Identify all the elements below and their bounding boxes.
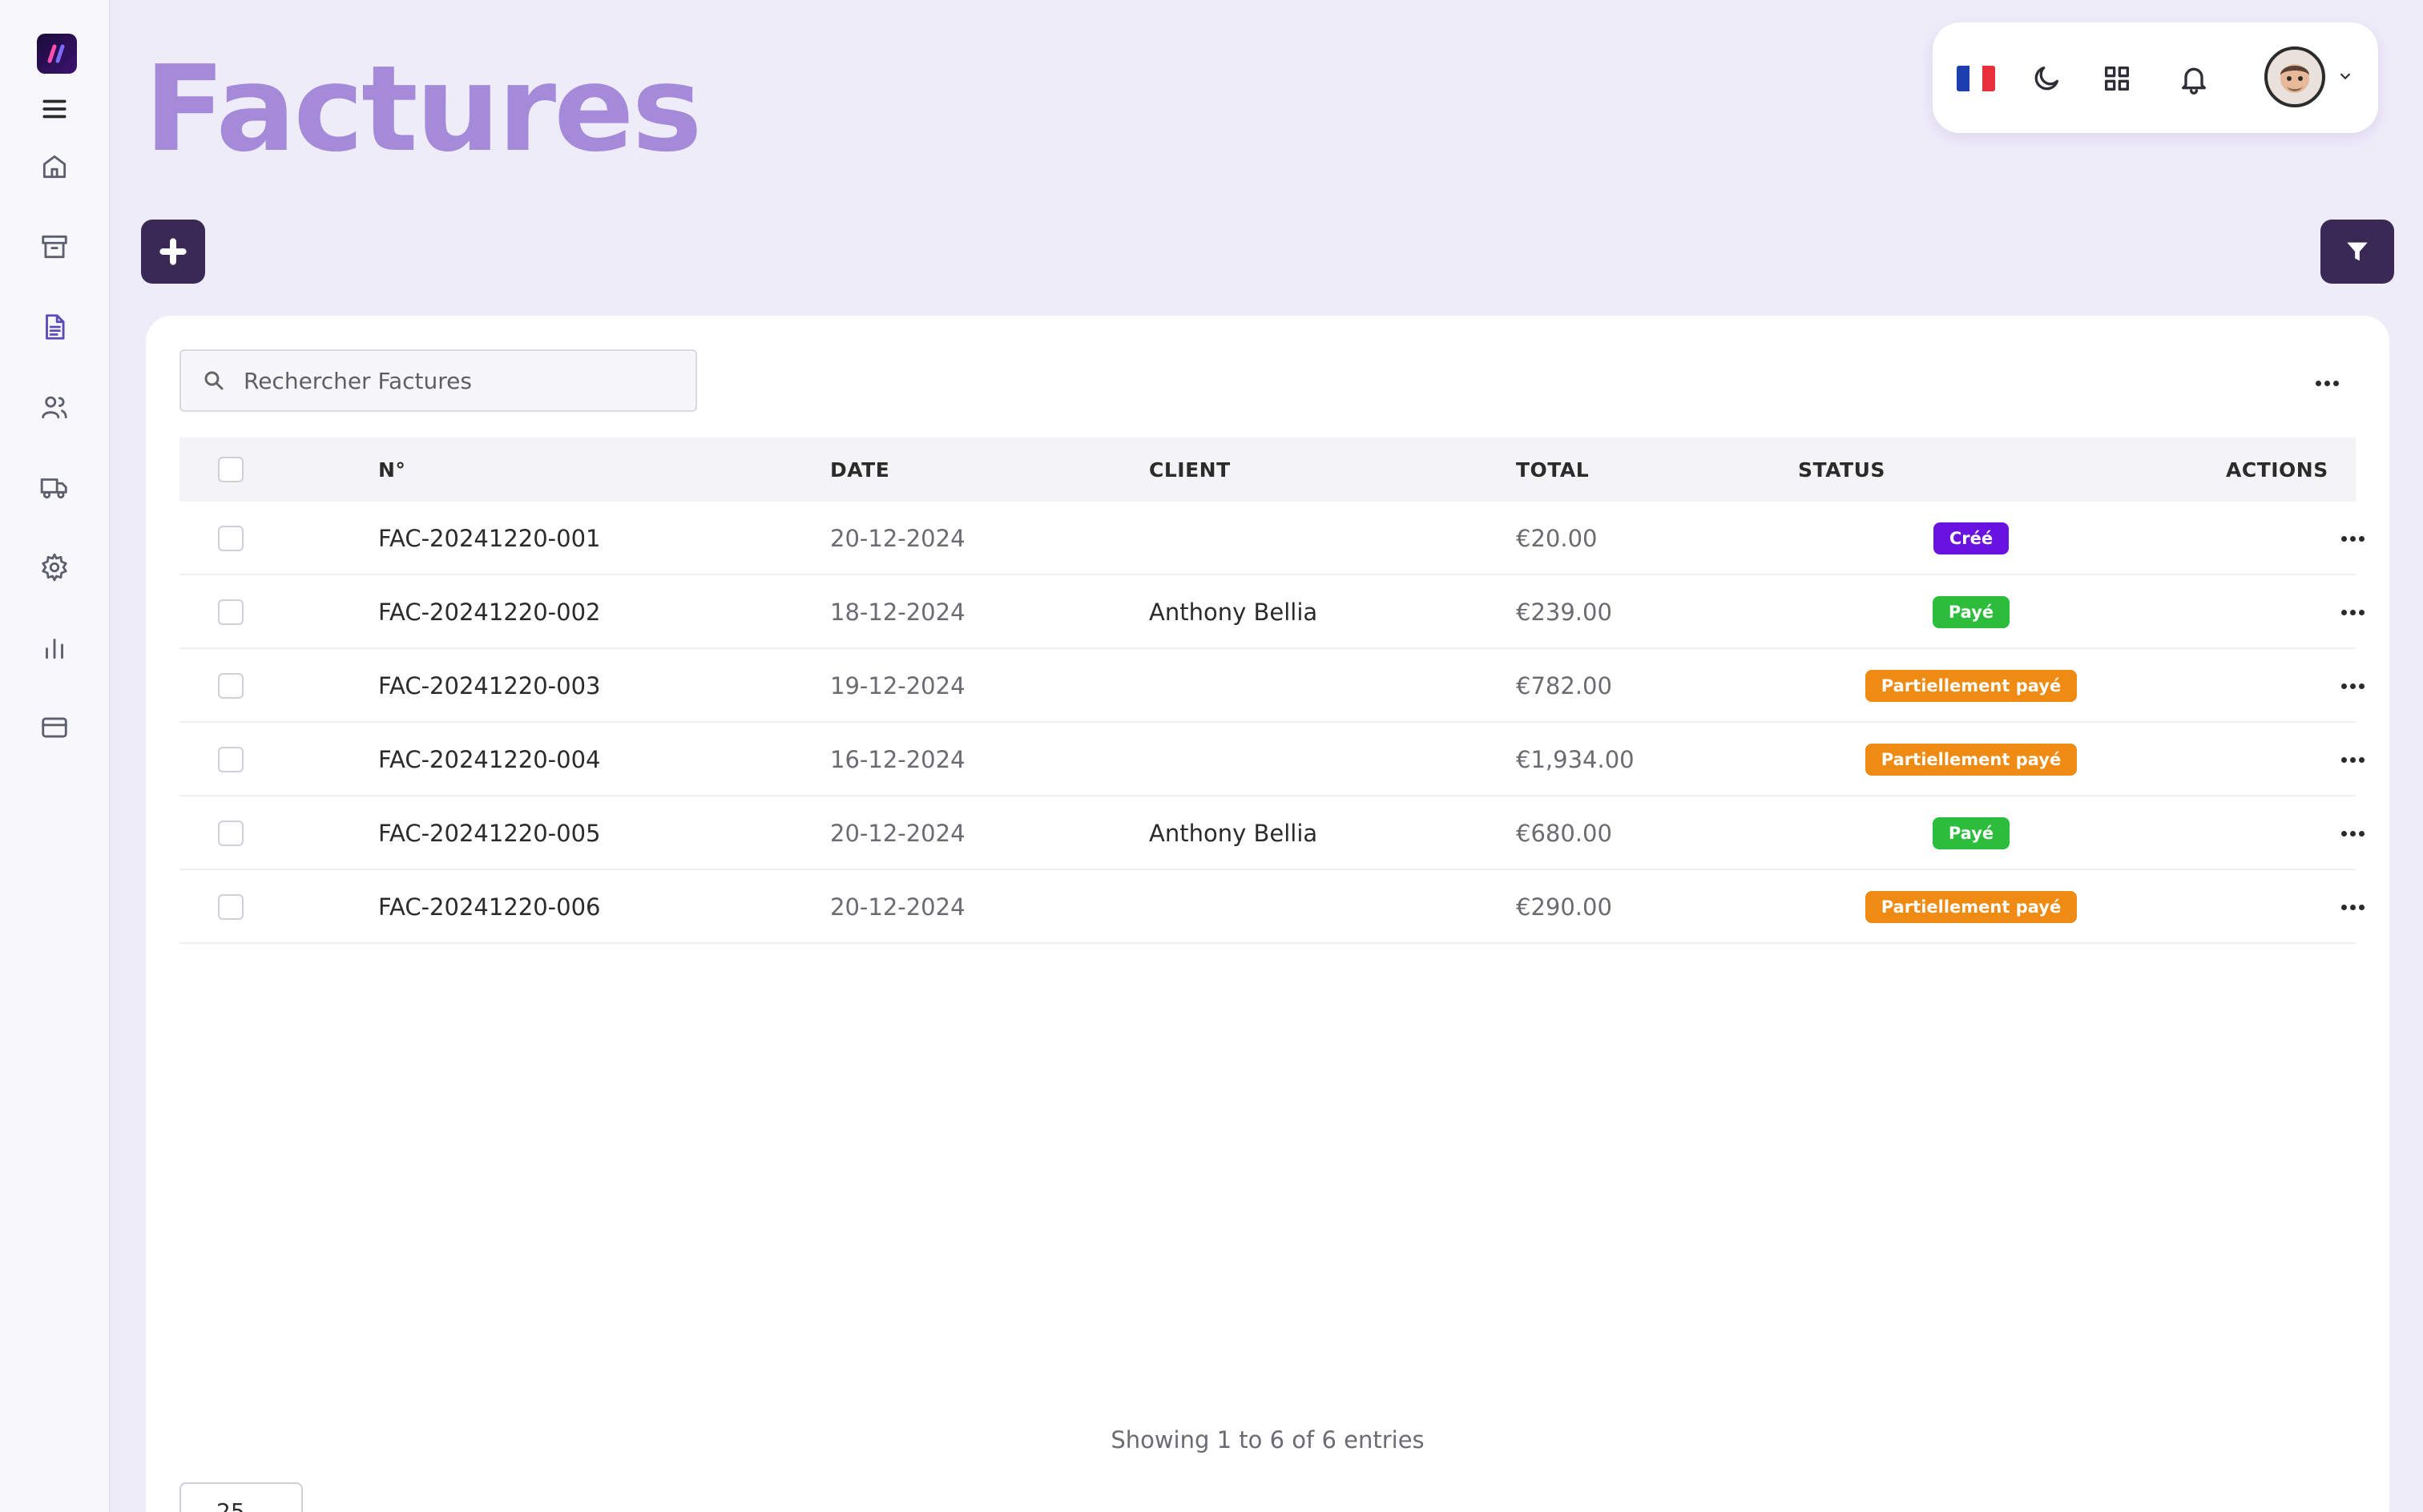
row-actions-icon[interactable] [2335,816,2370,851]
row-checkbox[interactable] [218,526,244,551]
page-size-select[interactable]: 25 [179,1482,303,1512]
column-date[interactable]: DATE [830,437,889,502]
column-status[interactable]: STATUS [1798,437,1885,502]
invoice-total: €20.00 [1516,525,1598,552]
invoice-date: 18-12-2024 [830,599,966,626]
invoice-date: 20-12-2024 [830,893,966,921]
truck-icon[interactable] [34,466,75,508]
filter-icon [2347,242,2368,261]
logo-icon [47,44,65,63]
status-badge: Payé [1932,596,2010,628]
row-checkbox[interactable] [218,747,244,772]
add-invoice-button[interactable] [141,220,205,284]
column-number[interactable]: N° [378,437,405,502]
page-title: Factures [144,40,703,178]
table-row[interactable]: FAC-20241220-002 18-12-2024 Anthony Bell… [179,575,2365,649]
home-icon[interactable] [34,146,75,187]
status-badge: Créé [1933,522,2010,554]
settings-icon[interactable] [34,546,75,588]
invoice-number[interactable]: FAC-20241220-004 [378,723,600,796]
invoice-total: €290.00 [1516,893,1612,921]
row-actions-icon[interactable] [2335,595,2370,630]
bar-chart-icon[interactable] [34,627,75,668]
row-actions-icon[interactable] [2335,742,2370,777]
top-toolbar [1933,22,2378,133]
invoice-total: €1,934.00 [1516,746,1635,773]
search-box [179,349,697,412]
credit-card-icon[interactable] [34,707,75,748]
bell-icon[interactable] [2171,56,2216,101]
invoice-number[interactable]: FAC-20241220-003 [378,649,600,723]
more-options-icon[interactable] [2309,365,2344,401]
row-actions-icon[interactable] [2335,889,2370,925]
app-logo[interactable] [37,34,77,74]
row-checkbox[interactable] [218,821,244,846]
moon-icon[interactable] [2024,56,2069,101]
invoice-total: €239.00 [1516,599,1612,626]
invoice-date: 16-12-2024 [830,746,966,773]
row-actions-icon[interactable] [2335,521,2370,556]
invoice-date: 19-12-2024 [830,672,966,700]
row-checkbox[interactable] [218,599,244,625]
table-row[interactable]: FAC-20241220-003 19-12-2024 €782.00 Part… [179,649,2365,723]
sidebar [0,0,111,1512]
document-icon[interactable] [34,306,75,348]
invoice-total: €782.00 [1516,672,1612,700]
language-selector[interactable] [1953,56,1998,101]
invoice-total: €680.00 [1516,820,1612,847]
invoice-number[interactable]: FAC-20241220-002 [378,575,600,649]
table-row[interactable]: FAC-20241220-006 20-12-2024 €290.00 Part… [179,870,2365,944]
invoice-client: Anthony Bellia [1149,599,1318,626]
status-badge: Payé [1932,817,2010,849]
invoice-client: Anthony Bellia [1149,820,1318,847]
select-all-checkbox[interactable] [218,457,244,482]
table-row[interactable]: FAC-20241220-004 16-12-2024 €1,934.00 Pa… [179,723,2365,796]
status-badge: Partiellement payé [1865,744,2078,776]
invoices-card: N° DATE CLIENT TOTAL STATUS ACTIONS FAC-… [146,316,2389,1512]
menu-icon[interactable] [34,88,75,130]
apps-grid-icon[interactable] [2094,56,2139,101]
table-row[interactable]: FAC-20241220-005 20-12-2024 Anthony Bell… [179,796,2365,870]
row-checkbox[interactable] [218,894,244,920]
row-checkbox[interactable] [218,673,244,699]
column-client[interactable]: CLIENT [1149,437,1231,502]
search-input[interactable] [244,367,676,394]
users-icon[interactable] [34,386,75,428]
invoice-date: 20-12-2024 [830,525,966,552]
status-badge: Partiellement payé [1865,670,2078,702]
chevron-down-icon[interactable] [2333,64,2357,88]
column-actions: ACTIONS [2226,458,2328,482]
table-row[interactable]: FAC-20241220-001 20-12-2024 €20.00 Créé [179,502,2365,575]
invoice-number[interactable]: FAC-20241220-001 [378,502,600,575]
search-icon [204,371,224,390]
row-actions-icon[interactable] [2335,668,2370,704]
invoice-number[interactable]: FAC-20241220-006 [378,870,600,944]
status-badge: Partiellement payé [1865,891,2078,923]
invoice-date: 20-12-2024 [830,820,966,847]
pagination-info: Showing 1 to 6 of 6 entries [1111,1426,1425,1454]
column-total[interactable]: TOTAL [1516,437,1589,502]
flag-fr-icon [1957,66,1995,91]
plus-icon [159,238,187,265]
invoice-number[interactable]: FAC-20241220-005 [378,796,600,870]
table-header: N° DATE CLIENT TOTAL STATUS ACTIONS [179,437,2356,502]
filter-button[interactable] [2320,220,2394,284]
avatar[interactable] [2264,46,2325,107]
archive-icon[interactable] [34,226,75,268]
